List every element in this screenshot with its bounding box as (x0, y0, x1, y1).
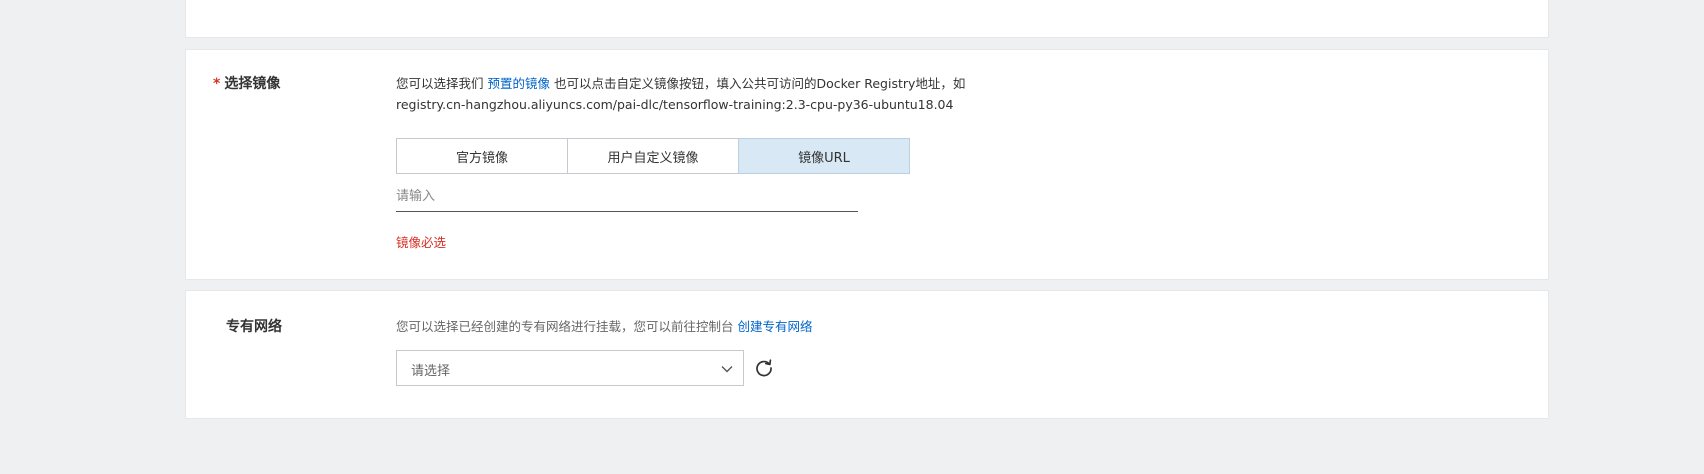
image-description-line-1: 您可以选择我们 预置的镜像 也可以点击自定义镜像按钮，填入公共可访问的Docke… (396, 73, 965, 94)
vpc-description: 您可以选择已经创建的专有网络进行挂载，您可以前往控制台 创建专有网络 (396, 316, 813, 337)
image-description: 您可以选择我们 预置的镜像 也可以点击自定义镜像按钮，填入公共可访问的Docke… (396, 73, 965, 115)
vpc-select[interactable]: 请选择 (396, 350, 744, 386)
previous-section-card (185, 0, 1549, 38)
vpc-section-card: 专有网络 您可以选择已经创建的专有网络进行挂载，您可以前往控制台 创建专有网络 … (185, 290, 1549, 419)
image-field-label: * 选择镜像 (213, 73, 280, 93)
tab-image-url[interactable]: 镜像URL (738, 138, 910, 174)
image-description-prefix: 您可以选择我们 (396, 76, 488, 91)
vpc-description-text: 您可以选择已经创建的专有网络进行挂载，您可以前往控制台 (396, 319, 738, 334)
image-error-message: 镜像必选 (396, 235, 447, 250)
refresh-icon[interactable] (753, 357, 775, 379)
required-star: * (213, 76, 221, 92)
image-type-tabs: 官方镜像 用户自定义镜像 镜像URL (396, 138, 910, 174)
tab-official-image[interactable]: 官方镜像 (396, 138, 568, 174)
vpc-select-placeholder: 请选择 (411, 364, 451, 379)
create-vpc-link[interactable]: 创建专有网络 (737, 319, 812, 334)
chevron-down-icon (721, 366, 733, 373)
image-description-example: registry.cn-hangzhou.aliyuncs.com/pai-dl… (396, 97, 954, 112)
image-description-suffix: 也可以点击自定义镜像按钮，填入公共可访问的Docker Registry地址，如 (550, 76, 966, 91)
image-label-text: 选择镜像 (224, 76, 281, 92)
preset-image-link[interactable]: 预置的镜像 (487, 76, 550, 91)
image-url-input[interactable] (396, 182, 858, 212)
page: * 选择镜像 您可以选择我们 预置的镜像 也可以点击自定义镜像按钮，填入公共可访问… (0, 0, 1704, 474)
tab-custom-image[interactable]: 用户自定义镜像 (567, 138, 739, 174)
image-section-card: * 选择镜像 您可以选择我们 预置的镜像 也可以点击自定义镜像按钮，填入公共可访问… (185, 49, 1549, 280)
vpc-field-label: 专有网络 (226, 319, 282, 335)
